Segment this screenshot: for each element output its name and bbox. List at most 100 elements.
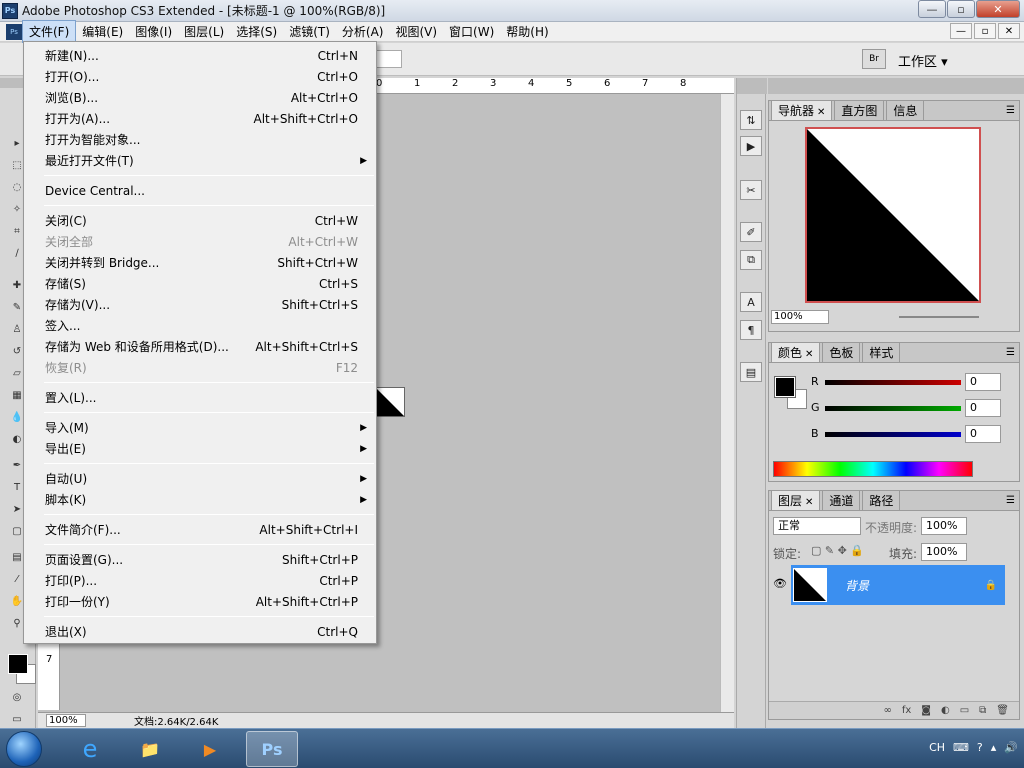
tab-paths[interactable]: 路径 (862, 490, 901, 510)
pen-tool-icon[interactable]: ✒ (10, 458, 24, 472)
input-language[interactable]: CH (929, 741, 945, 754)
eyedropper-tool-icon[interactable]: ⁄ (10, 572, 24, 586)
blend-mode-select[interactable]: 正常 (773, 517, 861, 535)
doc-restore-button[interactable]: ▫ (974, 23, 996, 39)
layer-style-icon[interactable]: fx (902, 705, 911, 716)
layer-comps-icon[interactable]: ▤ (740, 362, 762, 382)
opacity-field[interactable]: 100% (921, 517, 967, 535)
shape-tool-icon[interactable]: ▢ (10, 524, 24, 538)
layer-background[interactable]: 背景 🔒 (791, 565, 1005, 605)
menu-select[interactable]: 选择(S) (230, 21, 283, 42)
tool-presets-icon[interactable]: ✂ (740, 180, 762, 200)
document-info[interactable]: 文档:2.64K/2.64K (134, 713, 218, 728)
close-button[interactable]: ✕ (976, 0, 1020, 18)
history-panel-icon[interactable]: ⇅ (740, 110, 762, 130)
new-layer-icon[interactable]: ⧉ (979, 705, 986, 716)
file-menu-item[interactable]: 打开为智能对象... (24, 129, 376, 150)
zoom-tool-icon[interactable]: ⚲ (10, 616, 24, 630)
zoom-field[interactable]: 100% (46, 714, 86, 727)
file-menu-item[interactable]: 脚本(K) ▶ (24, 489, 376, 510)
media-player-icon[interactable]: ▶ (184, 731, 236, 767)
panel-menu-icon[interactable]: ☰ (1006, 347, 1015, 358)
panel-dock-grip[interactable] (768, 78, 1024, 94)
tab-info[interactable]: 信息 (886, 100, 925, 120)
document-icon[interactable]: Ps (6, 23, 22, 40)
minimize-button[interactable]: — (918, 0, 946, 18)
file-menu-item[interactable]: 打开为(A)... Alt+Shift+Ctrl+O (24, 108, 376, 129)
marquee-tool-icon[interactable]: ⬚ (10, 158, 24, 172)
file-menu-item[interactable]: 页面设置(G)... Shift+Ctrl+P (24, 549, 376, 570)
menu-analysis[interactable]: 分析(A) (336, 21, 390, 42)
history-brush-tool-icon[interactable]: ↺ (10, 344, 24, 358)
start-button[interactable] (6, 731, 42, 767)
file-menu-item[interactable]: 打印(P)... Ctrl+P (24, 570, 376, 591)
maximize-button[interactable]: ▫ (947, 0, 975, 18)
tab-swatches[interactable]: 色板 (822, 342, 861, 362)
magic-wand-tool-icon[interactable]: ✧ (10, 202, 24, 216)
blue-value[interactable]: 0 (965, 425, 1001, 443)
menu-edit[interactable]: 编辑(E) (76, 21, 129, 42)
file-menu-item[interactable]: 关闭(C) Ctrl+W (24, 210, 376, 231)
quick-mask-icon[interactable]: ◎ (10, 690, 24, 704)
close-icon[interactable]: ✕ (805, 349, 813, 360)
file-menu-item[interactable]: 存储为(V)... Shift+Ctrl+S (24, 294, 376, 315)
crop-tool-icon[interactable]: ⌗ (10, 224, 24, 238)
menu-window[interactable]: 窗口(W) (443, 21, 500, 42)
foreground-color-box[interactable] (774, 376, 796, 398)
new-group-icon[interactable]: ▭ (960, 705, 969, 716)
icon-dock-grip[interactable] (737, 78, 767, 94)
doc-close-button[interactable]: ✕ (998, 23, 1020, 39)
clone-source-icon[interactable]: ⧉ (740, 250, 762, 270)
keyboard-icon[interactable]: ⌨ (953, 741, 969, 754)
dodge-tool-icon[interactable]: ◐ (10, 432, 24, 446)
menu-layer[interactable]: 图层(L) (178, 21, 230, 42)
file-menu-item[interactable]: 自动(U) ▶ (24, 468, 376, 489)
brushes-panel-icon[interactable]: ✐ (740, 222, 762, 242)
paragraph-panel-icon[interactable]: ¶ (740, 320, 762, 340)
character-panel-icon[interactable]: A (740, 292, 762, 312)
close-icon[interactable]: ✕ (805, 497, 813, 508)
navigator-zoom-slider[interactable] (899, 316, 979, 318)
tab-styles[interactable]: 样式 (862, 342, 901, 362)
screen-mode-icon[interactable]: ▭ (10, 712, 24, 726)
tab-color[interactable]: 颜色 ✕ (771, 342, 821, 362)
gradient-tool-icon[interactable]: ▦ (10, 388, 24, 402)
hand-tool-icon[interactable]: ✋ (10, 594, 24, 608)
menu-help[interactable]: 帮助(H) (500, 21, 554, 42)
healing-brush-tool-icon[interactable]: ✚ (10, 278, 24, 292)
file-menu-item[interactable]: 新建(N)... Ctrl+N (24, 45, 376, 66)
lasso-tool-icon[interactable]: ◌ (10, 180, 24, 194)
navigator-preview[interactable] (805, 127, 981, 303)
layer-mask-icon[interactable]: ◙ (921, 705, 931, 716)
tray-expand-icon[interactable]: ▴ (991, 741, 997, 754)
file-menu-item[interactable]: 浏览(B)... Alt+Ctrl+O (24, 87, 376, 108)
photoshop-taskbar-icon[interactable]: Ps (246, 731, 298, 767)
file-menu-item[interactable]: 存储(S) Ctrl+S (24, 273, 376, 294)
link-layers-icon[interactable]: ∞ (883, 705, 891, 716)
file-menu-item[interactable]: 置入(L)... (24, 387, 376, 408)
actions-panel-icon[interactable]: ▶ (740, 136, 762, 156)
panel-menu-icon[interactable]: ☰ (1006, 105, 1015, 116)
file-menu-item[interactable]: 关闭并转到 Bridge... Shift+Ctrl+W (24, 252, 376, 273)
file-menu-item[interactable]: 导入(M) ▶ (24, 417, 376, 438)
clone-stamp-tool-icon[interactable]: ♙ (10, 322, 24, 336)
help-icon[interactable]: ? (977, 741, 983, 754)
vertical-scrollbar[interactable] (720, 94, 734, 712)
doc-minimize-button[interactable]: — (950, 23, 972, 39)
type-tool-icon[interactable]: T (10, 480, 24, 494)
file-menu-item[interactable]: 签入... (24, 315, 376, 336)
file-menu-item[interactable]: Device Central... (24, 180, 376, 201)
panel-menu-icon[interactable]: ☰ (1006, 495, 1015, 506)
adjustment-layer-icon[interactable]: ◐ (941, 705, 950, 716)
menu-filter[interactable]: 滤镜(T) (283, 21, 336, 42)
lock-icons[interactable]: ▢ ✎ ✥ 🔒 (811, 544, 864, 557)
blur-tool-icon[interactable]: 💧 (10, 410, 24, 424)
file-menu-item[interactable]: 存储为 Web 和设备所用格式(D)... Alt+Shift+Ctrl+S (24, 336, 376, 357)
slice-tool-icon[interactable]: ∕ (10, 246, 24, 260)
file-menu-item[interactable]: 导出(E) ▶ (24, 438, 376, 459)
green-slider[interactable] (825, 406, 961, 411)
green-value[interactable]: 0 (965, 399, 1001, 417)
internet-explorer-icon[interactable]: e (64, 731, 116, 767)
path-selection-tool-icon[interactable]: ➤ (10, 502, 24, 516)
brush-tool-icon[interactable]: ✎ (10, 300, 24, 314)
